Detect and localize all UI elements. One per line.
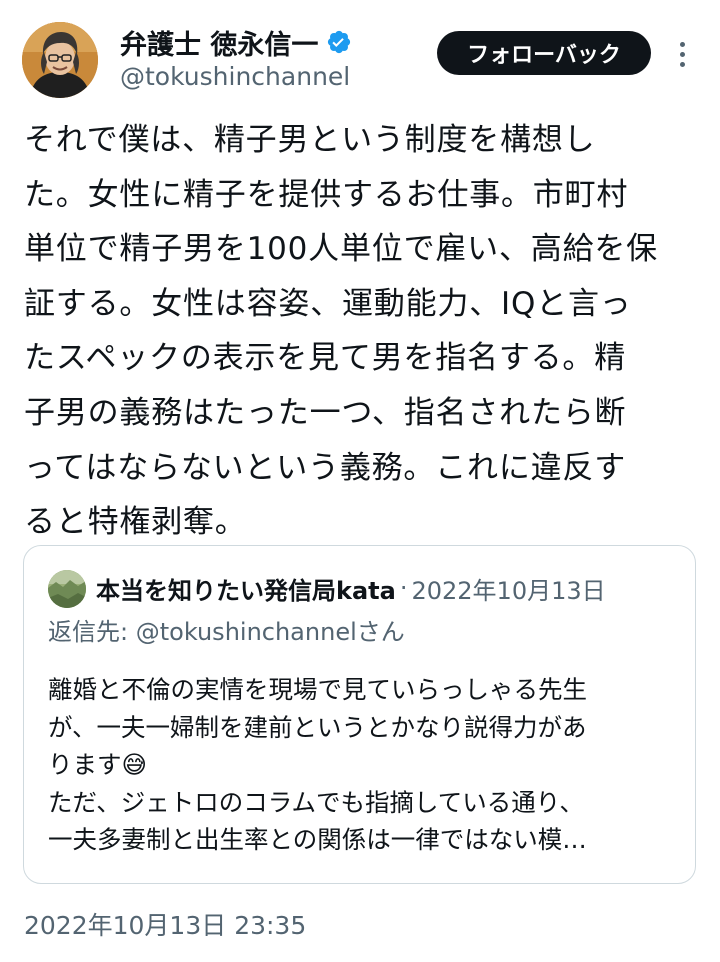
author-display-name[interactable]: 弁護士 徳永信一 bbox=[120, 23, 318, 62]
tweet-text: それで僕は、精子男という制度を構想し た。女性に精子を提供するお仕事。市町村 単… bbox=[24, 122, 658, 541]
reply-to-prefix: 返信先: bbox=[48, 618, 136, 646]
tweet-timestamp[interactable]: 2022年10月13日 23:35 bbox=[24, 906, 306, 942]
quoted-tweet-text: 離婚と不倫の実情を現場で見ていらっしゃる先生 が、一夫一婦制を建前というとかなり… bbox=[48, 675, 587, 854]
dot bbox=[679, 61, 685, 67]
author-avatar[interactable] bbox=[22, 22, 98, 98]
verified-badge-icon[interactable] bbox=[326, 29, 352, 55]
author-handle[interactable]: @tokushinchannel bbox=[120, 62, 350, 91]
quoted-author-avatar[interactable] bbox=[48, 570, 86, 608]
quoted-tweet-date: 2022年10月13日 bbox=[411, 576, 606, 605]
author-name-row: 弁護士 徳永信一 bbox=[120, 22, 352, 62]
reply-to-mention[interactable]: @tokushinchannel bbox=[136, 618, 357, 646]
profile-photo-icon bbox=[22, 22, 98, 98]
quoted-tweet-card[interactable]: 本当を知りたい発信局kata · 2022年10月13日 返信先: @tokus… bbox=[23, 545, 696, 884]
separator-dot: · bbox=[399, 574, 408, 602]
follow-back-button[interactable]: フォローバック bbox=[437, 31, 651, 75]
reply-to-suffix: さん bbox=[356, 618, 405, 646]
dot bbox=[679, 51, 685, 57]
landscape-photo-icon bbox=[48, 570, 86, 608]
quoted-tweet-header: 本当を知りたい発信局kata · 2022年10月13日 bbox=[96, 568, 606, 608]
tweet-header: 弁護士 徳永信一 @tokushinchannel フォローバック bbox=[0, 0, 720, 110]
dot bbox=[679, 41, 685, 47]
more-vertical-icon[interactable] bbox=[668, 34, 696, 74]
reply-to-line: 返信先: @tokushinchannelさん bbox=[48, 612, 405, 647]
quoted-author-name[interactable]: 本当を知りたい発信局kata bbox=[96, 571, 396, 606]
